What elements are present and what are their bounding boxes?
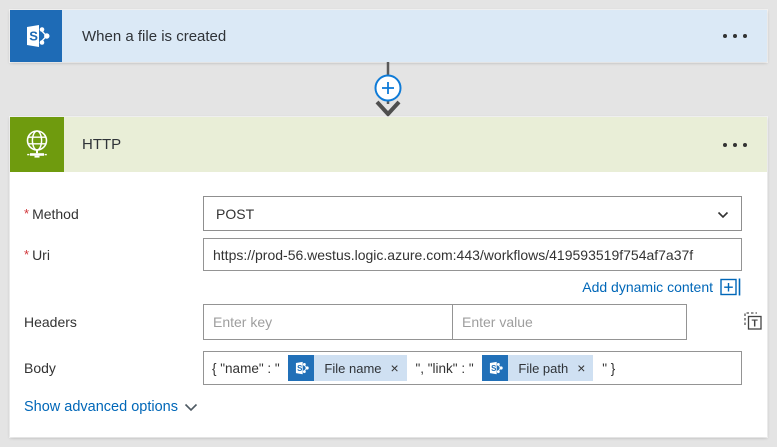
- uri-label: * Uri: [24, 238, 50, 271]
- step-connector: +: [366, 62, 410, 118]
- svg-text:T: T: [752, 319, 758, 330]
- body-json-text: ", "link" : ": [412, 361, 478, 376]
- trigger-card-when-a-file-is-created[interactable]: S When a file is created: [10, 10, 767, 62]
- headers-label: Headers: [24, 304, 77, 340]
- sharepoint-icon: S: [482, 355, 508, 381]
- sharepoint-icon: S: [10, 10, 62, 62]
- switch-to-text-mode-button[interactable]: T: [741, 309, 765, 333]
- method-select[interactable]: POST: [203, 196, 742, 231]
- http-action-card: HTTP * Method POST * Uri: [10, 117, 767, 437]
- body-label: Body: [24, 351, 56, 385]
- http-more-menu-button[interactable]: [721, 137, 749, 153]
- body-json-text: " }: [598, 361, 615, 376]
- svg-text:S: S: [29, 29, 38, 44]
- http-parameters-form: * Method POST * Uri Add dynamic content: [10, 172, 767, 437]
- uri-input[interactable]: [203, 238, 742, 271]
- dynamic-token-file-name[interactable]: S File name ×: [288, 355, 406, 381]
- token-close-icon[interactable]: ×: [391, 361, 407, 376]
- method-selected-value: POST: [216, 206, 254, 222]
- http-globe-icon: [10, 117, 64, 172]
- show-advanced-options-link[interactable]: Show advanced options: [24, 399, 198, 415]
- chevron-down-icon: [717, 206, 729, 222]
- method-label: * Method: [24, 196, 79, 231]
- required-asterisk: *: [24, 247, 29, 262]
- chevron-down-icon: [184, 403, 198, 412]
- token-close-icon[interactable]: ×: [577, 361, 593, 376]
- token-label: File name: [314, 361, 390, 376]
- svg-text:S: S: [298, 364, 303, 373]
- token-label: File path: [508, 361, 577, 376]
- dynamic-token-file-path[interactable]: S File path ×: [482, 355, 593, 381]
- headers-key-input[interactable]: [203, 304, 453, 340]
- body-input[interactable]: { "name" : " S File name: [203, 351, 742, 385]
- add-dynamic-content-icon: [720, 278, 742, 296]
- headers-value-input[interactable]: [452, 304, 687, 340]
- http-card-title: HTTP: [82, 136, 121, 153]
- http-card-header[interactable]: HTTP: [10, 117, 767, 172]
- trigger-more-menu-button[interactable]: [721, 28, 749, 44]
- flow-designer-canvas: S When a file is created +: [0, 0, 777, 447]
- trigger-title: When a file is created: [82, 28, 226, 45]
- body-json-text: { "name" : ": [212, 361, 283, 376]
- svg-text:S: S: [492, 364, 497, 373]
- required-asterisk: *: [24, 206, 29, 221]
- insert-step-button[interactable]: +: [374, 74, 402, 102]
- text-mode-icon: T: [742, 310, 764, 332]
- sharepoint-icon: S: [288, 355, 314, 381]
- add-dynamic-content-link[interactable]: Add dynamic content: [203, 276, 742, 298]
